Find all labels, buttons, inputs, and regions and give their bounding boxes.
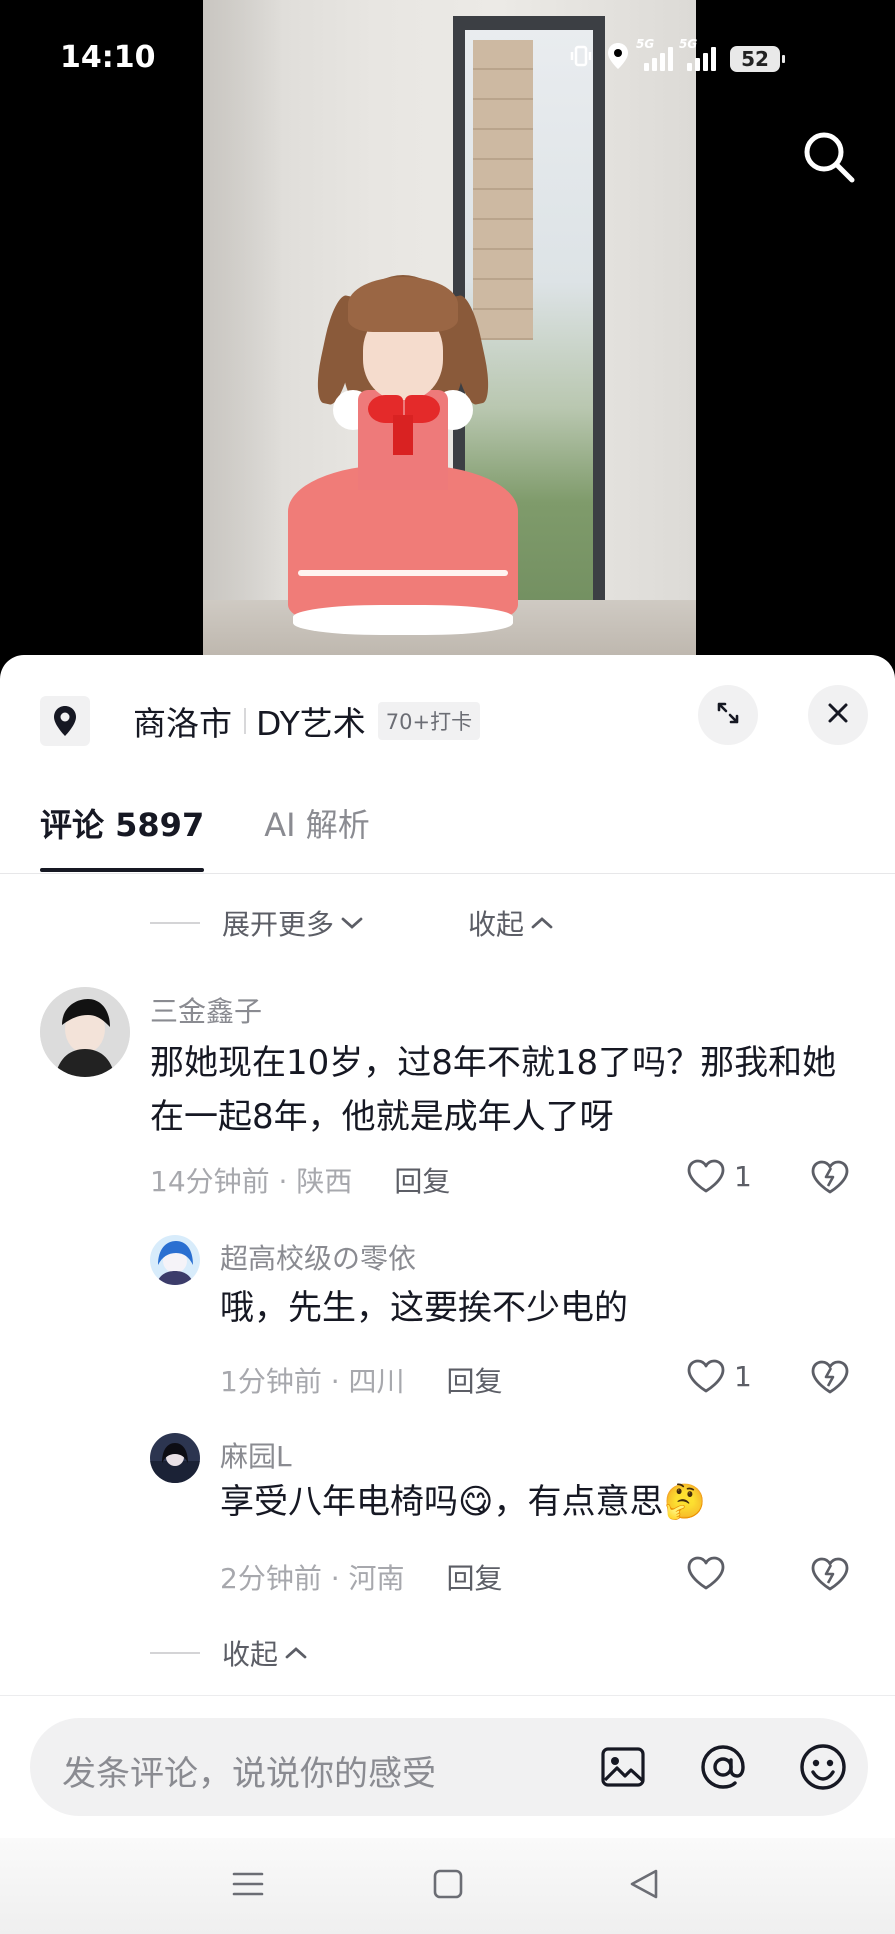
comment-text: 享受八年电椅吗 😋 ，有点意思 🤔: [220, 1475, 860, 1529]
status-time: 14:10: [60, 40, 156, 75]
comment-meta: 1分钟前 · 四川 回复: [220, 1360, 503, 1400]
tabs-divider: [0, 873, 895, 874]
video-player[interactable]: 14:10 5G 5G 52: [0, 0, 895, 660]
reply-button[interactable]: 回复: [394, 1160, 450, 1200]
comment-author[interactable]: 超高校级の零依: [220, 1237, 416, 1277]
broken-heart-icon: [811, 1557, 849, 1591]
video-frame[interactable]: [203, 0, 696, 660]
image-icon[interactable]: [596, 1740, 650, 1794]
mention-icon[interactable]: [696, 1740, 750, 1794]
video-subject: [288, 265, 518, 660]
heart-icon: [687, 1159, 725, 1193]
collapse-label: 收起: [468, 908, 525, 941]
dislike-button[interactable]: [810, 1159, 850, 1199]
reply-button[interactable]: 回复: [447, 1557, 503, 1597]
comment-text-part1: 享受八年电椅吗: [220, 1482, 458, 1522]
comment-author[interactable]: 三金鑫子: [150, 990, 262, 1030]
comment-time-location: 1分钟前 · 四川: [220, 1365, 405, 1398]
comment-time-location: 2分钟前 · 河南: [220, 1562, 405, 1595]
comment-input[interactable]: 发条评论，说说你的感受: [62, 1746, 436, 1795]
signal-sim2-icon: 5G: [679, 37, 716, 71]
comment-tabs: 评论 5897 AI 解析: [40, 800, 370, 872]
heart-icon: [687, 1359, 725, 1393]
comment-time-location: 14分钟前 · 陕西: [150, 1165, 353, 1198]
avatar[interactable]: [40, 987, 130, 1077]
collapse-bottom-label: 收起: [222, 1638, 279, 1671]
tab-comments[interactable]: 评论 5897: [40, 800, 205, 872]
input-divider: [0, 1695, 895, 1696]
dislike-button[interactable]: [810, 1359, 850, 1399]
comment-author[interactable]: 麻园L: [220, 1435, 292, 1475]
comment-input-bar[interactable]: 发条评论，说说你的感受: [30, 1718, 868, 1816]
status-icons: 5G 5G 52: [570, 37, 785, 76]
like-count: 1: [734, 1159, 752, 1193]
checkin-badge: 70+打卡: [377, 702, 481, 740]
avatar[interactable]: [150, 1235, 200, 1285]
divider-line: [150, 1652, 200, 1654]
location-separator: [244, 708, 246, 734]
thinking-emoji-icon: 🤔: [663, 1482, 706, 1522]
heart-icon: [687, 1556, 725, 1590]
tongue-emoji-icon: 😋: [458, 1482, 494, 1522]
like-button[interactable]: 1: [686, 1158, 752, 1194]
chevron-down-icon: [341, 917, 363, 929]
close-button[interactable]: [808, 685, 868, 745]
location-icon: [606, 42, 630, 76]
dislike-button[interactable]: [810, 1556, 850, 1596]
chevron-up-icon: [531, 917, 553, 929]
back-icon[interactable]: [626, 1866, 662, 1906]
wall-shadow: [203, 0, 283, 660]
collapse-bottom-row: 收起: [150, 1633, 308, 1673]
expand-more-label: 展开更多: [222, 908, 335, 941]
comment-text: 哦，先生，这要挨不少电的: [220, 1288, 628, 1328]
divider-line: [150, 922, 200, 924]
avatar[interactable]: [150, 1433, 200, 1483]
collapse-top-button[interactable]: 收起: [468, 903, 554, 943]
chevron-up-icon: [285, 1647, 307, 1659]
comment-text: 那她现在10岁，过8年不就18了吗？那我和她在一起8年，他就是成年人了呀: [150, 1043, 837, 1137]
home-icon[interactable]: [430, 1866, 466, 1906]
collapse-bottom-button[interactable]: 收起: [222, 1633, 308, 1673]
system-nav-bar: [0, 1838, 895, 1934]
sim2-label: 5G: [679, 37, 698, 51]
broken-heart-icon: [811, 1160, 849, 1194]
expand-more-button[interactable]: 展开更多: [222, 903, 364, 943]
menu-icon[interactable]: [230, 1866, 266, 1906]
expand-icon: [713, 698, 743, 732]
expand-button[interactable]: [698, 685, 758, 745]
battery-icon: 52: [730, 46, 785, 72]
sim1-label: 5G: [636, 37, 655, 51]
like-button[interactable]: 1: [686, 1358, 752, 1394]
like-count: 1: [734, 1359, 752, 1393]
emoji-icon[interactable]: [796, 1740, 850, 1794]
comment-meta: 14分钟前 · 陕西 回复: [150, 1160, 450, 1200]
broken-heart-icon: [811, 1360, 849, 1394]
comment-meta: 2分钟前 · 河南 回复: [220, 1557, 503, 1597]
tab-ai-analysis[interactable]: AI 解析: [264, 800, 370, 870]
like-button[interactable]: [686, 1555, 734, 1591]
location-city[interactable]: 商洛市: [133, 697, 232, 745]
reply-button[interactable]: 回复: [447, 1360, 503, 1400]
comment-panel: 商洛市 DY艺术 70+打卡 评论 5897 AI 解析 展开更多 收起 三金鑫…: [0, 655, 895, 1934]
location-place[interactable]: DY艺术: [256, 697, 366, 745]
location-pin-icon: [40, 696, 90, 746]
expand-more-row: 展开更多: [150, 903, 364, 943]
comment-text-part2: ，有点意思: [493, 1482, 664, 1522]
vibrate-icon: [570, 44, 592, 74]
search-icon[interactable]: [800, 128, 858, 186]
signal-sim1-icon: 5G: [636, 37, 673, 71]
close-icon: [825, 700, 851, 730]
